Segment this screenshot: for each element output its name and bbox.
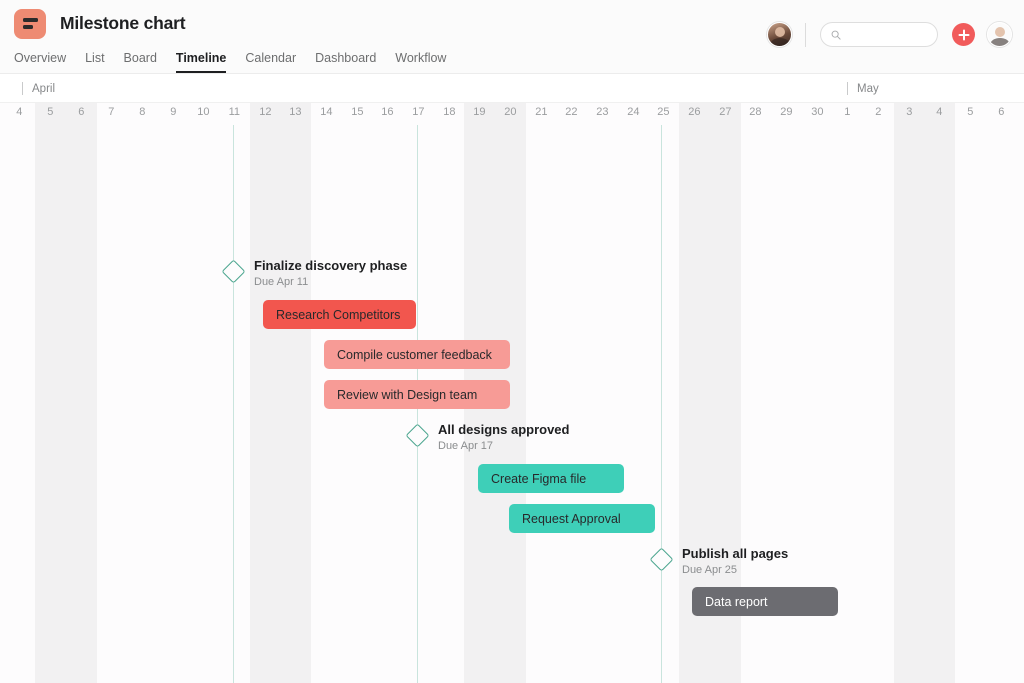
day-tick-29: 29 [771, 106, 802, 118]
milestone-diamond-icon [649, 547, 673, 571]
day-tick-9: 9 [158, 106, 189, 118]
day-ruler: 4567891011121314151617181920212223242526… [0, 103, 1024, 125]
month-label-text: April [32, 83, 55, 95]
day-tick-22: 22 [556, 106, 587, 118]
task-bar[interactable]: Create Figma file [478, 464, 624, 493]
month-label-text: May [857, 83, 879, 95]
day-tick-7: 7 [96, 106, 127, 118]
page-title: Milestone chart [60, 13, 185, 34]
weekend-column [66, 103, 97, 683]
day-tick-6: 6 [986, 106, 1017, 118]
add-task-button[interactable] [952, 23, 975, 46]
milestone-due-date: Due Apr 11 [254, 276, 407, 288]
day-tick-20: 20 [495, 106, 526, 118]
milestone-title: All designs approved [438, 422, 569, 437]
day-tick-28: 28 [740, 106, 771, 118]
tab-calendar[interactable]: Calendar [245, 51, 296, 73]
tab-board[interactable]: Board [124, 51, 157, 73]
tab-timeline[interactable]: Timeline [176, 51, 226, 73]
day-tick-30: 30 [802, 106, 833, 118]
day-tick-11: 11 [219, 106, 250, 118]
milestone-text: Finalize discovery phase Due Apr 11 [254, 258, 407, 288]
month-strip: April May [0, 74, 1024, 103]
project-logo-icon [14, 9, 46, 39]
day-tick-3: 3 [894, 106, 925, 118]
day-tick-14: 14 [311, 106, 342, 118]
tab-overview[interactable]: Overview [14, 51, 66, 73]
member-avatar-2[interactable] [987, 22, 1012, 47]
month-label-may: May [847, 82, 879, 95]
task-bar[interactable]: Compile customer feedback [324, 340, 510, 369]
day-tick-24: 24 [618, 106, 649, 118]
day-tick-16: 16 [372, 106, 403, 118]
main-nav-tabs: Overview List Board Timeline Calendar Dashboa… [0, 47, 1024, 73]
weekend-column [35, 103, 66, 683]
task-bar[interactable]: Review with Design team [324, 380, 510, 409]
day-tick-26: 26 [679, 106, 710, 118]
day-tick-6: 6 [66, 106, 97, 118]
header-divider [805, 23, 806, 47]
day-tick-10: 10 [188, 106, 219, 118]
day-tick-1: 1 [832, 106, 863, 118]
task-bar[interactable]: Request Approval [509, 504, 655, 533]
milestone-diamond-icon [405, 423, 429, 447]
tab-list[interactable]: List [85, 51, 104, 73]
app-header: Milestone chart Overview List Board Timelin… [0, 0, 1024, 74]
search-input[interactable] [847, 29, 927, 41]
tab-dashboard[interactable]: Dashboard [315, 51, 376, 73]
day-tick-21: 21 [526, 106, 557, 118]
milestone-due-date: Due Apr 25 [682, 564, 788, 576]
day-tick-18: 18 [434, 106, 465, 118]
weekend-column [894, 103, 925, 683]
logo-mark [23, 18, 38, 29]
day-tick-5: 5 [35, 106, 66, 118]
search-box[interactable] [820, 22, 938, 47]
task-bar[interactable]: Data report [692, 587, 838, 616]
task-bar[interactable]: Research Competitors [263, 300, 416, 329]
month-label-april: April [22, 82, 55, 95]
tab-workflow[interactable]: Workflow [395, 51, 446, 73]
search-icon [831, 29, 841, 41]
day-tick-4: 4 [924, 106, 955, 118]
day-tick-15: 15 [342, 106, 373, 118]
day-tick-8: 8 [127, 106, 158, 118]
day-tick-12: 12 [250, 106, 281, 118]
header-actions [767, 22, 1012, 47]
milestone-text: All designs approved Due Apr 17 [438, 422, 569, 452]
day-tick-4: 4 [4, 106, 35, 118]
weekend-column [250, 103, 281, 683]
milestone-guide-line [233, 125, 234, 683]
milestone-diamond-icon [221, 259, 245, 283]
day-tick-2: 2 [863, 106, 894, 118]
weekend-column [280, 103, 311, 683]
milestone-text: Publish all pages Due Apr 25 [682, 546, 788, 576]
plus-icon-bar-v [963, 29, 965, 40]
day-tick-25: 25 [648, 106, 679, 118]
milestone-due-date: Due Apr 17 [438, 440, 569, 452]
milestone-title: Publish all pages [682, 546, 788, 561]
day-tick-19: 19 [464, 106, 495, 118]
timeline-chart[interactable]: 4567891011121314151617181920212223242526… [0, 103, 1024, 683]
day-tick-5: 5 [955, 106, 986, 118]
day-tick-13: 13 [280, 106, 311, 118]
day-tick-27: 27 [710, 106, 741, 118]
member-avatar-1[interactable] [767, 22, 792, 47]
milestone-guide-line [661, 125, 662, 683]
milestone-title: Finalize discovery phase [254, 258, 407, 273]
day-tick-23: 23 [587, 106, 618, 118]
day-tick-17: 17 [403, 106, 434, 118]
weekend-column [924, 103, 955, 683]
